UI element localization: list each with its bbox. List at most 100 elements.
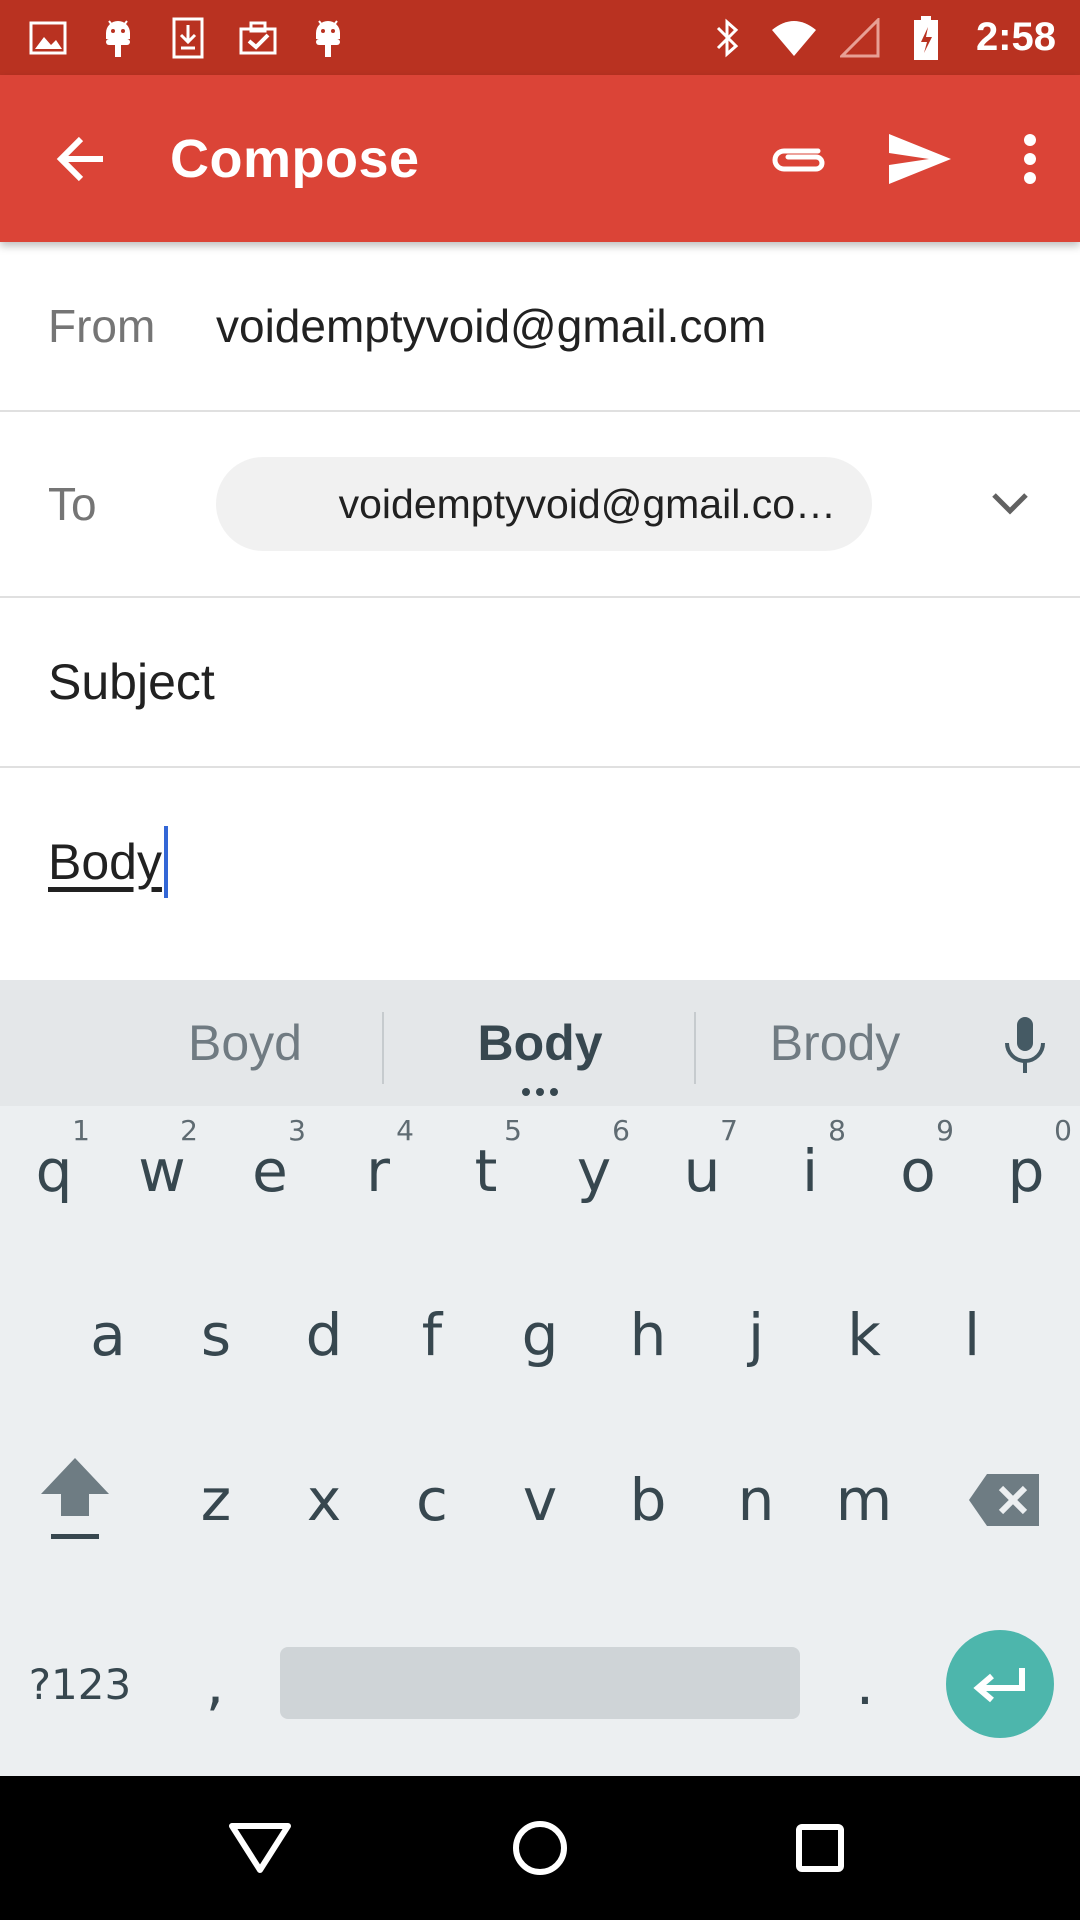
key-m[interactable]: m — [810, 1435, 918, 1565]
home-circle-icon — [513, 1821, 567, 1875]
key-z[interactable]: z — [162, 1435, 270, 1565]
attach-button[interactable] — [740, 75, 860, 242]
battery-icon — [902, 14, 950, 62]
chevron-down-icon — [992, 493, 1028, 515]
subject-field[interactable]: Subject — [0, 653, 215, 711]
key-y[interactable]: 6y — [540, 1106, 648, 1236]
status-bar: 2:58 — [0, 0, 1080, 75]
key-hint: 9 — [936, 1114, 954, 1147]
body-row: Body — [0, 768, 1080, 980]
key-o[interactable]: 9o — [864, 1106, 972, 1236]
status-time: 2:58 — [975, 15, 1056, 59]
key-j[interactable]: j — [702, 1270, 810, 1400]
comma-key[interactable]: , — [170, 1620, 260, 1748]
microphone-icon — [1005, 1017, 1045, 1073]
to-row: To voidemptyvoid@gmail.co… — [0, 412, 1080, 598]
signal-icon — [836, 14, 884, 62]
key-hint: 2 — [180, 1114, 198, 1147]
key-l[interactable]: l — [918, 1270, 1026, 1400]
bluetooth-icon — [704, 14, 752, 62]
key-hint: 3 — [288, 1114, 306, 1147]
key-a[interactable]: a — [54, 1270, 162, 1400]
nav-back-button[interactable] — [200, 1788, 320, 1908]
key-r[interactable]: 4r — [324, 1106, 432, 1236]
image-icon — [24, 14, 72, 62]
more-vert-icon — [1024, 133, 1036, 184]
body-field[interactable]: Body — [0, 826, 168, 898]
shift-key[interactable] — [0, 1435, 150, 1565]
recents-square-icon — [796, 1824, 844, 1872]
suggestion-divider — [382, 1012, 384, 1084]
key-hint: 7 — [720, 1114, 738, 1147]
key-label: e — [252, 1137, 288, 1205]
key-hint: 5 — [504, 1114, 522, 1147]
send-icon — [889, 133, 951, 184]
body-text: Body — [48, 834, 162, 890]
suggestion-center-label: Body — [477, 1015, 603, 1071]
attachment-icon — [772, 148, 825, 171]
send-button[interactable] — [860, 75, 980, 242]
shift-icon — [41, 1458, 109, 1539]
to-label: To — [48, 478, 97, 530]
overflow-menu-button[interactable] — [980, 75, 1080, 242]
backspace-icon — [969, 1474, 1039, 1526]
triangle-back-icon — [229, 1823, 291, 1873]
key-i[interactable]: 8i — [756, 1106, 864, 1236]
period-key[interactable]: . — [820, 1620, 910, 1748]
expand-recipients-button[interactable] — [940, 411, 1080, 597]
key-h[interactable]: h — [594, 1270, 702, 1400]
key-f[interactable]: f — [378, 1270, 486, 1400]
key-e[interactable]: 3e — [216, 1106, 324, 1236]
key-label: r — [366, 1137, 390, 1205]
key-p[interactable]: 0p — [972, 1106, 1080, 1236]
notification-icons — [24, 14, 352, 62]
back-button[interactable] — [0, 75, 170, 242]
page-title: Compose — [170, 128, 420, 189]
key-g[interactable]: g — [486, 1270, 594, 1400]
arrow-back-icon — [56, 136, 103, 181]
suggestion-center[interactable]: Body — [400, 980, 680, 1106]
symbols-key[interactable]: ?123 — [0, 1620, 160, 1748]
key-n[interactable]: n — [702, 1435, 810, 1565]
space-bar[interactable] — [280, 1647, 800, 1719]
key-label: q — [35, 1137, 73, 1205]
android-icon — [94, 14, 142, 62]
key-k[interactable]: k — [810, 1270, 918, 1400]
key-hint: 6 — [612, 1114, 630, 1147]
key-q[interactable]: 1q — [0, 1106, 108, 1236]
subject-row: Subject — [0, 598, 1080, 768]
key-label: w — [138, 1137, 186, 1205]
key-c[interactable]: c — [378, 1435, 486, 1565]
key-hint: 4 — [396, 1114, 414, 1147]
key-label: o — [900, 1137, 936, 1205]
nav-home-button[interactable] — [480, 1788, 600, 1908]
nav-recents-button[interactable] — [760, 1788, 880, 1908]
key-v[interactable]: v — [486, 1435, 594, 1565]
key-s[interactable]: s — [162, 1270, 270, 1400]
key-d[interactable]: d — [270, 1270, 378, 1400]
download-icon — [164, 14, 212, 62]
text-cursor — [163, 826, 168, 898]
suggestion-divider — [694, 1012, 696, 1084]
key-hint: 0 — [1054, 1114, 1072, 1147]
recipient-chip[interactable]: voidemptyvoid@gmail.co… — [216, 457, 872, 551]
navigation-bar — [0, 1776, 1080, 1920]
enter-key[interactable] — [946, 1630, 1054, 1738]
key-hint: 1 — [72, 1114, 90, 1147]
key-t[interactable]: 5t — [432, 1106, 540, 1236]
key-label: u — [683, 1137, 721, 1205]
key-b[interactable]: b — [594, 1435, 702, 1565]
suggestion-strip: Boyd Body Brody — [0, 980, 1080, 1106]
key-w[interactable]: 2w — [108, 1106, 216, 1236]
from-field[interactable]: voidemptyvoid@gmail.com — [216, 299, 766, 353]
key-u[interactable]: 7u — [648, 1106, 756, 1236]
key-label: p — [1007, 1137, 1045, 1205]
suggestion-right[interactable]: Brody — [700, 980, 970, 1106]
from-row: From voidemptyvoid@gmail.com — [0, 242, 1080, 412]
backspace-key[interactable] — [940, 1435, 1070, 1565]
voice-input-button[interactable] — [990, 1010, 1060, 1080]
key-label: t — [474, 1137, 498, 1205]
key-x[interactable]: x — [270, 1435, 378, 1565]
android-icon — [304, 14, 352, 62]
suggestion-left[interactable]: Boyd — [110, 980, 380, 1106]
